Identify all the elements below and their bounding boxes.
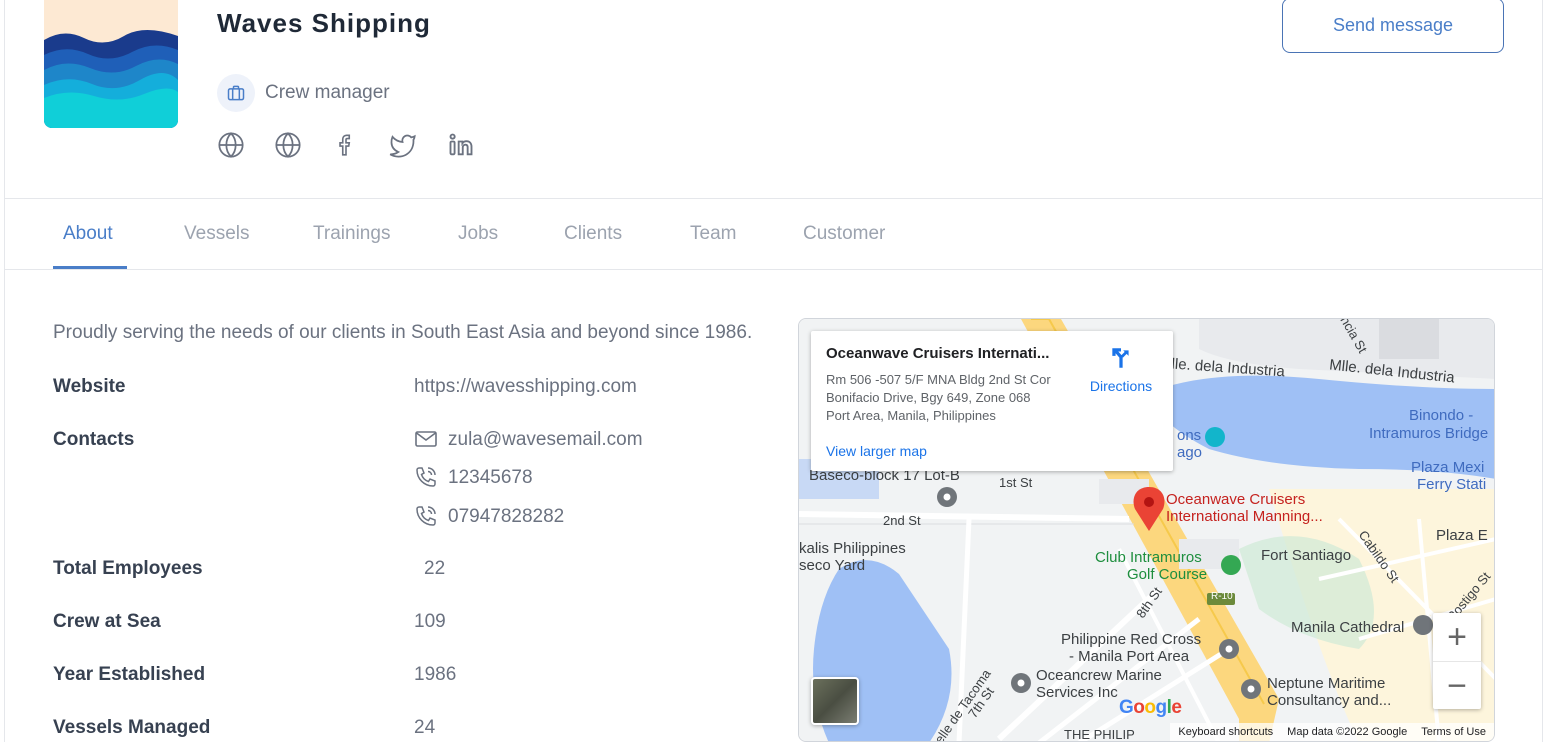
vessels-managed-value: 24 <box>414 717 436 738</box>
map-label: Plaza E <box>1436 527 1488 544</box>
phone-icon <box>414 504 438 528</box>
mail-icon <box>414 427 438 451</box>
contact-email[interactable]: zula@wavesemail.com <box>448 429 643 451</box>
facebook-icon[interactable] <box>331 130 361 160</box>
map-label: Neptune Maritime <box>1267 675 1386 692</box>
directions-label: Directions <box>1089 378 1153 394</box>
map-label: Ferry Stati <box>1417 476 1487 493</box>
map-place-address: Rm 506 -507 5/F MNA Bldg 2nd St Cor Boni… <box>826 372 1051 423</box>
tab-about[interactable]: About <box>63 223 113 245</box>
map-label: Plaza Mexi <box>1411 459 1485 476</box>
company-tagline: Proudly serving the needs of our clients… <box>53 322 753 343</box>
vessels-managed-label: Vessels Managed <box>53 717 211 738</box>
map-label: R-10 <box>1211 591 1233 602</box>
map-footer: Keyboard shortcuts Map data ©2022 Google… <box>1170 723 1494 741</box>
map-label: Oceancrew Marine <box>1036 667 1162 684</box>
twitter-icon[interactable] <box>388 130 418 160</box>
map-info-card: Oceanwave Cruisers Internati... Rm 506 -… <box>811 331 1173 471</box>
phone-icon <box>414 465 438 489</box>
contact-phone[interactable]: 07947828282 <box>448 506 564 528</box>
company-name: Waves Shipping <box>217 8 431 38</box>
satellite-toggle-button[interactable] <box>811 677 859 725</box>
map-label: kalis Philippines <box>799 540 906 557</box>
linkedin-icon[interactable] <box>446 130 476 160</box>
map-label: International Manning... <box>1166 508 1323 525</box>
crew-at-sea-label: Crew at Sea <box>53 611 161 632</box>
send-message-button[interactable]: Send message <box>1282 0 1504 53</box>
map-label: Intramuros Bridge <box>1369 425 1489 442</box>
map-label: Fort Santiago <box>1261 547 1352 564</box>
website-link[interactable]: https://wavesshipping.com <box>414 376 637 398</box>
map-zoom-control: + − <box>1433 613 1481 709</box>
map-label: seco Yard <box>799 557 866 574</box>
location-map[interactable]: Mlle. dela Industria Mlle. dela Industri… <box>798 318 1495 742</box>
map-label: Services Inc <box>1036 684 1118 701</box>
map-label: Club Intramuros <box>1095 549 1202 566</box>
tab-team[interactable]: Team <box>690 223 736 245</box>
zoom-out-button[interactable]: − <box>1433 662 1481 710</box>
map-label: - Manila Port Area <box>1069 648 1190 665</box>
terms-of-use-link[interactable]: Terms of Use <box>1421 726 1486 738</box>
tab-vessels[interactable]: Vessels <box>184 223 249 245</box>
directions-icon <box>1112 348 1129 368</box>
map-label: Golf Course <box>1127 566 1208 583</box>
total-employees-value: 22 <box>424 558 446 579</box>
header-divider <box>5 198 1543 199</box>
map-label: Manila Cathedral <box>1291 619 1405 636</box>
map-label: 2nd St <box>883 513 921 528</box>
map-label: ago <box>1177 444 1203 461</box>
contacts-label: Contacts <box>53 429 135 450</box>
company-logo <box>44 0 178 128</box>
map-label: 1st St <box>999 475 1033 490</box>
map-label: Philippine Red Cross <box>1061 631 1202 648</box>
tab-customer[interactable]: Customer <box>803 223 885 245</box>
map-label: Oceanwave Cruisers <box>1166 491 1306 508</box>
view-larger-map-link[interactable]: View larger map <box>826 443 927 459</box>
website-label: Website <box>53 376 126 397</box>
globe-icon[interactable] <box>216 130 246 160</box>
total-employees-label: Total Employees <box>53 558 203 579</box>
keyboard-shortcuts-link[interactable]: Keyboard shortcuts <box>1178 726 1273 738</box>
contact-phone[interactable]: 12345678 <box>448 467 533 489</box>
year-established-label: Year Established <box>53 664 206 685</box>
google-logo: Google <box>1119 697 1182 718</box>
tab-clients[interactable]: Clients <box>564 223 622 245</box>
map-data-attribution: Map data ©2022 Google <box>1287 726 1408 738</box>
map-label: THE PHILIP <box>1064 727 1135 742</box>
tab-trainings[interactable]: Trainings <box>313 223 390 245</box>
map-label: Binondo - <box>1409 407 1474 424</box>
globe-icon[interactable] <box>273 130 303 160</box>
map-label: Consultancy and... <box>1267 692 1392 709</box>
company-role: Crew manager <box>265 82 390 103</box>
briefcase-icon <box>217 74 255 112</box>
map-label: ons <box>1177 427 1202 444</box>
tab-jobs[interactable]: Jobs <box>458 223 498 245</box>
map-place-title: Oceanwave Cruisers Internati... <box>826 345 1050 362</box>
zoom-in-button[interactable]: + <box>1433 613 1481 662</box>
year-established-value: 1986 <box>414 664 457 685</box>
tabs-divider <box>5 269 1543 270</box>
directions-button[interactable]: Directions <box>1086 345 1156 394</box>
crew-at-sea-value: 109 <box>414 611 446 632</box>
